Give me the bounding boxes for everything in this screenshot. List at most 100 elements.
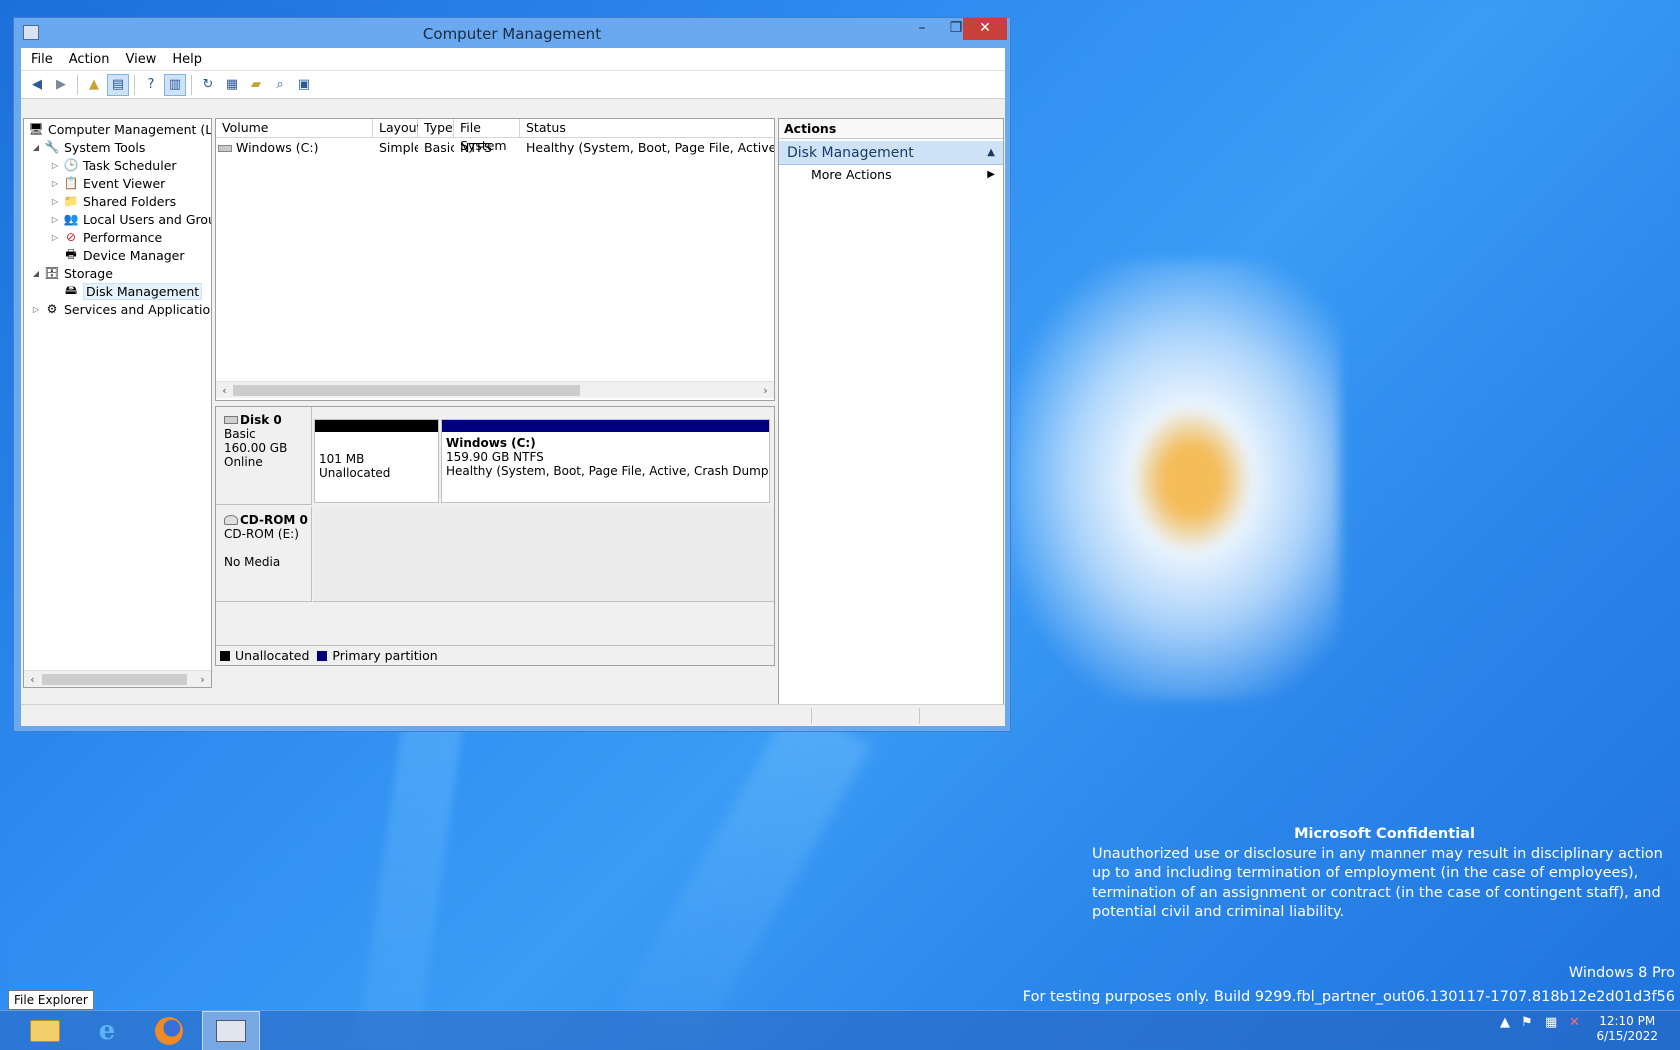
menu-bar: File Action View Help (21, 48, 1005, 71)
disk-0-name: Disk 0 (240, 413, 282, 427)
partition-windows-c-text: Windows (C:) 159.90 GB NTFS Healthy (Sys… (442, 432, 769, 478)
tree-item-storage[interactable]: ◢ 🗄 Storage (30, 264, 113, 282)
expand-arrow-icon[interactable]: ▷ (49, 179, 61, 188)
primary-swatch (317, 650, 328, 661)
internet-explorer-icon[interactable]: e (78, 1011, 136, 1050)
back-icon[interactable]: ◀ (26, 74, 48, 96)
tree-item-computer-management[interactable]: 🖥 Computer Management (Local (26, 120, 211, 138)
volume-muted-icon[interactable]: ✕ (1569, 1015, 1580, 1030)
expand-arrow-icon[interactable]: ▷ (30, 305, 42, 314)
window-client: File Action View Help ◀ ▶ ▲ ▤ ? ▥ ↻ ▦ ▰ … (21, 48, 1005, 726)
volume-list: Volume Layout Type File System Status Wi… (215, 118, 775, 401)
scroll-right-arrow-icon[interactable]: › (194, 671, 211, 687)
cdrom-0-drive: CD-ROM (E:) (224, 527, 299, 541)
open-folder-icon[interactable]: ▰ (245, 74, 267, 96)
tree-item-shared-folders[interactable]: ▷ 📁 Shared Folders (49, 192, 176, 210)
column-header-status[interactable]: Status (520, 119, 774, 138)
file-explorer-tooltip: File Explorer (8, 990, 94, 1010)
tree-item-task-scheduler[interactable]: ▷ 🕒 Task Scheduler (49, 156, 177, 174)
collapse-up-icon[interactable]: ▲ (987, 141, 995, 165)
tree-horizontal-scrollbar[interactable]: ‹ › (24, 670, 211, 687)
computer-management-taskbar-icon[interactable] (202, 1011, 260, 1050)
collapse-arrow-icon[interactable]: ◢ (30, 143, 42, 152)
tree-item-performance[interactable]: ▷ ⊘ Performance (49, 228, 162, 246)
volume-cell: Windows (C:) (216, 139, 373, 157)
close-button[interactable]: ✕ (963, 18, 1007, 40)
tree-item-device-manager[interactable]: 🖶 Device Manager (61, 246, 184, 264)
device-manager-icon: 🖶 (65, 246, 77, 261)
minimize-button[interactable]: – (905, 18, 939, 40)
scroll-left-arrow-icon[interactable]: ‹ (216, 382, 233, 399)
partition-size: 159.90 GB NTFS (446, 450, 544, 464)
partition-unallocated-text: 101 MB Unallocated (315, 432, 438, 480)
scrollbar-thumb[interactable] (233, 385, 580, 396)
console-tree: 🖥 Computer Management (Local ◢ 🔧 System … (23, 118, 212, 688)
scroll-left-arrow-icon[interactable]: ‹ (24, 671, 41, 687)
partition-title: Windows (C:) (446, 436, 536, 450)
actions-section-disk-management[interactable]: Disk Management ▲ (779, 141, 1003, 165)
list-horizontal-scrollbar[interactable]: ‹ › (216, 381, 774, 398)
tree-item-system-tools[interactable]: ◢ 🔧 System Tools (30, 138, 145, 156)
menu-action[interactable]: Action (63, 52, 120, 67)
cdrom-0-label[interactable]: CD-ROM 0 CD-ROM (E:) No Media (216, 507, 312, 602)
column-header-volume[interactable]: Volume (216, 119, 373, 138)
cdrom-0-media: No Media (224, 555, 281, 569)
wallpaper-stem (357, 717, 463, 1050)
users-icon: 👥 (63, 212, 79, 226)
expand-arrow-icon[interactable]: ▷ (49, 197, 61, 206)
search-icon[interactable]: ⌕ (269, 74, 291, 96)
tree-item-disk-management[interactable]: 🖴 Disk Management (61, 282, 203, 300)
confidential-notice: Microsoft Confidential Unauthorized use … (1092, 825, 1677, 923)
build-string: For testing purposes only. Build 9299.fb… (1022, 989, 1675, 1005)
firefox-icon[interactable] (140, 1011, 198, 1050)
title-bar[interactable]: Computer Management – ❐ ✕ (14, 18, 1010, 48)
system-clock[interactable]: 12:10 PM 6/15/2022 (1596, 1014, 1658, 1044)
menu-file[interactable]: File (25, 52, 63, 67)
file-explorer-icon[interactable] (16, 1011, 74, 1050)
partition-size: 101 MB (319, 452, 365, 466)
status-bar (21, 704, 1005, 726)
disk-legend: Unallocated Primary partition (216, 645, 774, 665)
column-header-file-system[interactable]: File System (454, 119, 520, 153)
tree-item-services-and-applications[interactable]: ▷ ⚙ Services and Applications (30, 300, 211, 318)
cdrom-0-area[interactable] (313, 507, 774, 602)
disk-graphical-view: Disk 0 Basic 160.00 GB Online 101 MB Una… (215, 406, 775, 666)
show-hide-action-pane-icon[interactable]: ▥ (164, 73, 186, 96)
confidential-body: Unauthorized use or disclosure in any ma… (1092, 845, 1663, 921)
expand-arrow-icon[interactable]: ▷ (49, 161, 61, 170)
settings-icon[interactable]: ▣ (293, 74, 315, 96)
more-actions-label: More Actions (811, 167, 892, 182)
up-one-level-icon[interactable]: ▲ (83, 74, 105, 96)
menu-help[interactable]: Help (166, 52, 212, 67)
clock-time: 12:10 PM (1599, 1014, 1656, 1028)
actions-header: Actions (779, 119, 1003, 139)
expand-arrow-icon[interactable]: ▷ (49, 233, 61, 242)
collapse-arrow-icon[interactable]: ◢ (30, 269, 42, 278)
properties-icon[interactable]: ▦ (221, 74, 243, 96)
scroll-right-arrow-icon[interactable]: › (757, 382, 774, 399)
show-hide-console-tree-icon[interactable]: ▤ (107, 73, 129, 96)
scrollbar-thumb[interactable] (42, 674, 187, 685)
show-hidden-icons-icon[interactable]: ▲ (1500, 1015, 1510, 1030)
partition-unallocated[interactable]: 101 MB Unallocated (314, 419, 439, 503)
refresh-icon[interactable]: ↻ (197, 74, 219, 96)
partition-windows-c[interactable]: Windows (C:) 159.90 GB NTFS Healthy (Sys… (441, 419, 770, 503)
more-actions-item[interactable]: More Actions ▶ (779, 165, 1003, 185)
computer-management-icon: 🖥 (28, 122, 44, 136)
menu-view[interactable]: View (119, 52, 166, 67)
action-center-flag-icon[interactable]: ⚑ (1521, 1015, 1533, 1030)
disk-0-state: Online (224, 455, 263, 469)
forward-icon[interactable]: ▶ (50, 74, 72, 96)
expand-arrow-icon[interactable]: ▷ (49, 215, 61, 224)
tree-item-local-users-and-groups[interactable]: ▷ 👥 Local Users and Groups (49, 210, 211, 228)
tools-icon: 🔧 (44, 140, 60, 154)
network-icon[interactable]: ▦ (1545, 1015, 1557, 1030)
primary-partition-bar (442, 420, 769, 432)
windows-edition: Windows 8 Pro (1568, 965, 1675, 981)
help-icon[interactable]: ? (140, 74, 162, 96)
column-header-type[interactable]: Type (418, 119, 454, 138)
submenu-arrow-icon: ▶ (987, 169, 995, 180)
disk-0-label[interactable]: Disk 0 Basic 160.00 GB Online (216, 407, 312, 505)
column-header-layout[interactable]: Layout (373, 119, 422, 138)
tree-item-event-viewer[interactable]: ▷ 📋 Event Viewer (49, 174, 165, 192)
